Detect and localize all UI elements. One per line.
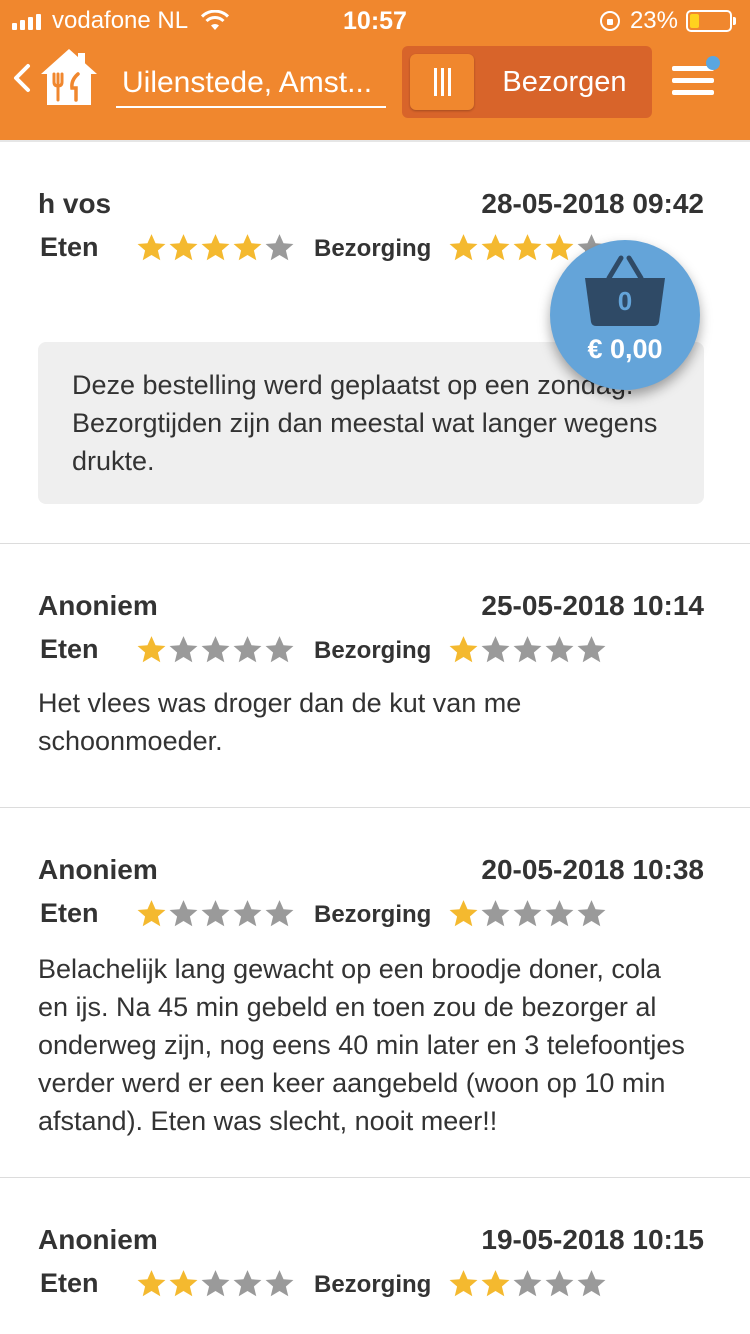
star-empty-icon <box>233 900 262 927</box>
star-filled-icon <box>449 234 478 261</box>
delivery-mode-label: Bezorgen <box>502 66 627 98</box>
toggle-grip-icon[interactable] <box>410 54 474 110</box>
review-author: Anoniem <box>38 1224 158 1255</box>
star-filled-icon <box>545 234 574 261</box>
delivery-rating-stars <box>448 898 608 928</box>
star-empty-icon <box>201 900 230 927</box>
star-empty-icon <box>233 636 262 663</box>
star-filled-icon <box>481 1270 510 1297</box>
review-item: Anoniem 19-05-2018 10:15 Eten Bezorging <box>0 1178 750 1334</box>
star-empty-icon <box>545 900 574 927</box>
star-empty-icon <box>265 1270 294 1297</box>
delivery-rating-label: Bezorging <box>314 637 432 664</box>
star-filled-icon <box>137 900 166 927</box>
star-empty-icon <box>577 900 606 927</box>
star-empty-icon <box>265 234 294 261</box>
star-filled-icon <box>449 636 478 663</box>
review-date: 25-05-2018 10:14 <box>481 590 704 621</box>
delivery-mode-toggle[interactable]: Bezorgen <box>402 46 652 118</box>
star-filled-icon <box>513 234 542 261</box>
star-empty-icon <box>201 636 230 663</box>
food-rating-label: Eten <box>40 1268 99 1298</box>
star-empty-icon <box>169 636 198 663</box>
food-rating-label: Eten <box>40 232 99 262</box>
delivery-rating-label: Bezorging <box>314 901 432 928</box>
restaurant-home-logo[interactable] <box>38 46 100 108</box>
review-date: 28-05-2018 09:42 <box>481 188 704 219</box>
review-author: h vos <box>38 188 112 219</box>
star-empty-icon <box>201 1270 230 1297</box>
nav-bar: Uilenstede, Amst... Bezorgen <box>0 40 750 140</box>
cart-total: € 0,00 <box>587 334 663 364</box>
location-selector[interactable]: Uilenstede, Amst... <box>116 62 386 108</box>
cart-item-count: 0 <box>617 286 633 316</box>
review-date: 20-05-2018 10:38 <box>481 854 704 885</box>
star-empty-icon <box>481 900 510 927</box>
food-rating-label: Eten <box>40 634 99 664</box>
food-rating-stars <box>136 898 296 928</box>
review-item: Anoniem 25-05-2018 10:14 Eten Bezorging … <box>0 544 750 808</box>
cart-button[interactable]: 0 € 0,00 <box>550 240 700 390</box>
star-filled-icon <box>449 1270 478 1297</box>
delivery-rating-label: Bezorging <box>314 235 432 262</box>
star-empty-icon <box>545 1270 574 1297</box>
star-empty-icon <box>265 900 294 927</box>
battery-percent: 23% <box>629 7 678 34</box>
rotation-lock-icon <box>599 11 620 31</box>
star-empty-icon <box>265 636 294 663</box>
app-header: vodafone NL 10:57 23% Uilenstede, Amst..… <box>0 0 750 140</box>
star-empty-icon <box>169 900 198 927</box>
star-empty-icon <box>545 636 574 663</box>
battery-icon <box>686 10 736 32</box>
delivery-rating-stars <box>448 1268 608 1298</box>
star-filled-icon <box>137 1270 166 1297</box>
star-filled-icon <box>233 234 262 261</box>
notification-dot <box>706 56 720 70</box>
star-empty-icon <box>481 636 510 663</box>
food-rating-stars <box>136 232 296 262</box>
star-filled-icon <box>169 1270 198 1297</box>
star-empty-icon <box>513 1270 542 1297</box>
review-item: Anoniem 20-05-2018 10:38 Eten Bezorging … <box>0 808 750 1178</box>
star-empty-icon <box>577 1270 606 1297</box>
review-text: Het vlees was droger dan de kut van me s… <box>38 688 522 756</box>
star-filled-icon <box>201 234 230 261</box>
review-author: Anoniem <box>38 590 158 621</box>
star-empty-icon <box>577 636 606 663</box>
star-filled-icon <box>169 234 198 261</box>
delivery-rating-label: Bezorging <box>314 1271 432 1298</box>
star-filled-icon <box>137 234 166 261</box>
review-text: Belachelijk lang gewacht op een broodje … <box>38 954 685 1136</box>
battery-level-fill <box>690 14 699 28</box>
food-rating-label: Eten <box>40 898 99 928</box>
star-filled-icon <box>481 234 510 261</box>
food-rating-stars <box>136 634 296 664</box>
status-bar: vodafone NL 10:57 23% <box>0 0 750 40</box>
star-empty-icon <box>513 636 542 663</box>
delivery-rating-stars <box>448 634 608 664</box>
star-empty-icon <box>513 900 542 927</box>
review-date: 19-05-2018 10:15 <box>481 1224 704 1255</box>
food-rating-stars <box>136 1268 296 1298</box>
status-right: 23% <box>599 7 736 35</box>
back-chevron-icon[interactable] <box>10 58 36 98</box>
star-empty-icon <box>233 1270 262 1297</box>
star-filled-icon <box>449 900 478 927</box>
star-filled-icon <box>137 636 166 663</box>
review-author: Anoniem <box>38 854 158 885</box>
